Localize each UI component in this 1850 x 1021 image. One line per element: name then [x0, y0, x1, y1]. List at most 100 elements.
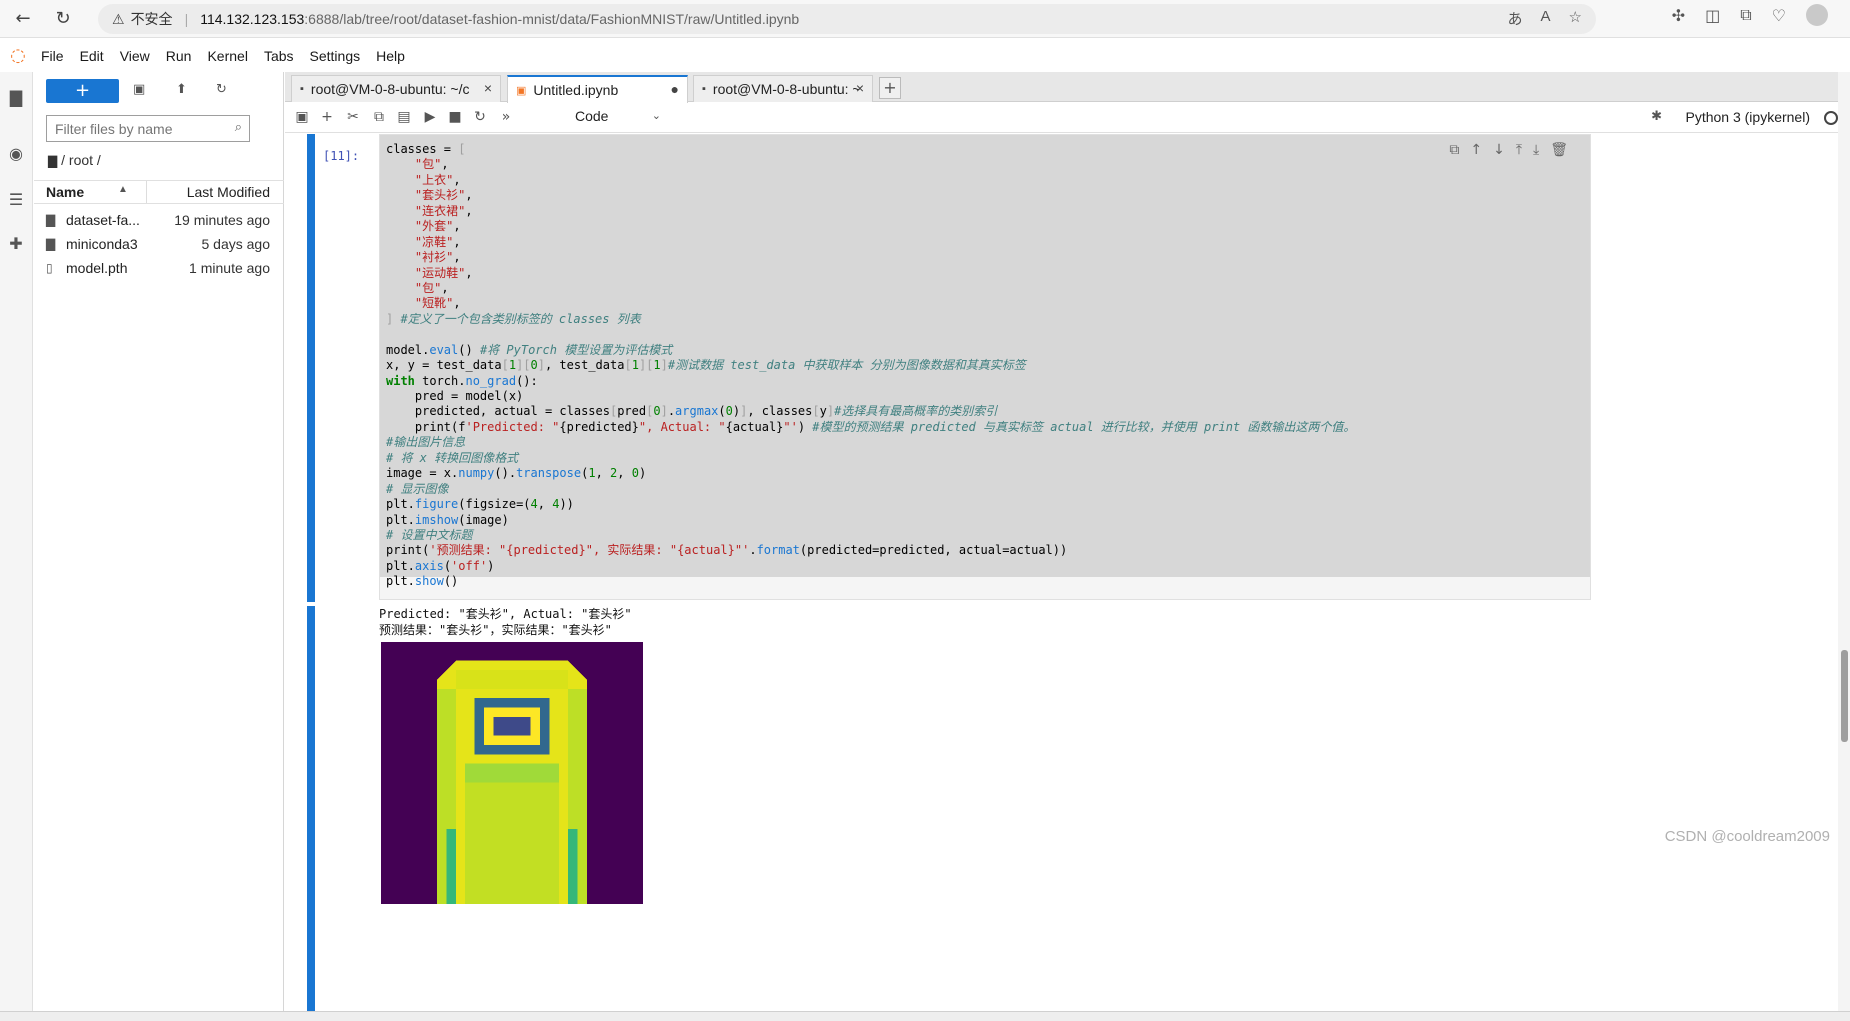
folder-icon: ▇	[46, 213, 56, 227]
cell-toolbar: ⧉ ↑ ↓ ⤒ ⤓ 🗑	[1449, 142, 1568, 158]
cell-type-select[interactable]: Code ⌄	[575, 108, 661, 128]
extension-manager-icon[interactable]: ✚	[6, 234, 26, 254]
new-launcher-button[interactable]: +	[46, 79, 119, 103]
translate-icon[interactable]: あ	[1508, 8, 1523, 29]
file-modified: 1 minute ago	[189, 260, 270, 276]
active-cell-marker	[307, 134, 315, 602]
stop-icon[interactable]: ■	[446, 109, 464, 125]
file-icon: ▯	[46, 261, 53, 275]
output-cell-marker	[307, 606, 315, 1021]
tab-untitled-notebook[interactable]: ▣ Untitled.ipynb ●	[507, 75, 688, 103]
collections-icon[interactable]: ⧉	[1740, 5, 1751, 25]
file-filter-input[interactable]	[55, 120, 215, 137]
debugger-icon[interactable]: ✱	[1651, 109, 1662, 124]
breadcrumb: ▇ / root /	[48, 152, 101, 168]
output-line: Predicted: "套头衫", Actual: "套头衫"	[379, 607, 632, 621]
menu-settings[interactable]: Settings	[310, 48, 361, 64]
terminal-icon: ▪	[300, 83, 304, 95]
file-list-header: Name ▲ Last Modified	[34, 180, 284, 204]
notebook-toolbar: ▣ + ✂ ⧉ ▤ ▶ ■ ↻ » Code ⌄ ✱ Python 3 (ipy…	[285, 103, 1850, 133]
menu-kernel[interactable]: Kernel	[207, 48, 247, 64]
read-aloud-icon[interactable]: A	[1541, 8, 1551, 29]
file-row[interactable]: ▯ model.pth 1 minute ago	[34, 258, 284, 279]
paste-icon[interactable]: ▤	[395, 109, 413, 125]
activity-bar: ▇ ◉ ☰ ✚	[0, 72, 33, 1021]
column-last-modified[interactable]: Last Modified	[187, 184, 270, 200]
profile-avatar[interactable]	[1806, 4, 1828, 26]
cut-icon[interactable]: ✂	[344, 109, 362, 125]
file-name: miniconda3	[66, 236, 138, 252]
browser-essentials-icon[interactable]: ♡	[1772, 6, 1786, 25]
jupyter-logo-icon: ◌	[10, 45, 26, 66]
copy-icon[interactable]: ⧉	[370, 109, 388, 125]
running-sessions-icon[interactable]: ◉	[6, 144, 26, 164]
table-of-contents-icon[interactable]: ☰	[6, 190, 26, 210]
output-image	[381, 642, 643, 904]
unsaved-dot-icon[interactable]: ●	[671, 81, 679, 97]
kernel-name[interactable]: Python 3 (ipykernel)	[1685, 109, 1810, 125]
tab-terminal-1[interactable]: ▪ root@VM-0-8-ubuntu: ~/c ×	[291, 75, 501, 102]
kernel-status-icon	[1824, 111, 1838, 125]
menu-help[interactable]: Help	[376, 48, 405, 64]
column-divider	[146, 181, 147, 203]
insert-above-icon[interactable]: ⤒	[1516, 142, 1522, 158]
save-icon[interactable]: ▣	[293, 109, 311, 125]
url-host: 114.132.123.153	[200, 11, 305, 27]
chevron-down-icon: ⌄	[651, 110, 661, 122]
folder-icon: ▇	[46, 237, 56, 251]
tab-terminal-2[interactable]: ▪ root@VM-0-8-ubuntu: ~ ×	[693, 75, 873, 102]
code-content[interactable]: classes = [ "包", "上衣", "套头衫", "连衣裙", "外套…	[386, 142, 1355, 590]
upload-icon[interactable]: ⬆	[176, 82, 187, 97]
menu-tabs[interactable]: Tabs	[264, 48, 294, 64]
move-down-icon[interactable]: ↓	[1493, 142, 1505, 158]
file-row[interactable]: ▇ miniconda3 5 days ago	[34, 234, 284, 255]
duplicate-cell-icon[interactable]: ⧉	[1449, 142, 1459, 158]
browser-toolbar: ← ↻ ⚠ 不安全 | 114.132.123.153 :6888/lab/tr…	[0, 0, 1850, 38]
favorite-star-icon[interactable]: ☆	[1569, 8, 1582, 29]
breadcrumb-path[interactable]: / root /	[61, 152, 101, 168]
url-divider: |	[184, 11, 189, 27]
column-name[interactable]: Name	[46, 184, 84, 200]
folder-icon[interactable]: ▇	[6, 88, 26, 108]
extensions-icon[interactable]: ✣	[1672, 6, 1685, 25]
insecure-label: 不安全	[130, 11, 173, 27]
tab-label: root@VM-0-8-ubuntu: ~	[712, 81, 861, 97]
file-browser: + ▣ ⬆ ↻ ⌕ ▇ / root / Name ▲ Last Modifie…	[34, 72, 284, 1021]
main-dock-panel: ▪ root@VM-0-8-ubuntu: ~/c × ▣ Untitled.i…	[285, 72, 1850, 1021]
run-icon[interactable]: ▶	[421, 109, 439, 125]
back-icon[interactable]: ←	[6, 2, 40, 36]
file-modified: 5 days ago	[201, 236, 271, 252]
code-editor[interactable]: classes = [ "包", "上衣", "套头衫", "连衣裙", "外套…	[379, 134, 1591, 600]
add-tab-button[interactable]: +	[879, 77, 901, 99]
menu-edit[interactable]: Edit	[80, 48, 104, 64]
close-icon[interactable]: ×	[856, 80, 864, 96]
cell-type-value: Code	[575, 108, 609, 124]
menu-run[interactable]: Run	[166, 48, 192, 64]
tab-label: root@VM-0-8-ubuntu: ~/c	[310, 81, 470, 97]
file-filter: ⌕	[46, 115, 250, 142]
run-all-icon[interactable]: »	[497, 109, 515, 125]
close-icon[interactable]: ×	[484, 80, 492, 96]
file-row[interactable]: ▇ dataset-fa... 19 minutes ago	[34, 210, 284, 231]
refresh-icon[interactable]: ↻	[216, 82, 227, 97]
menu-file[interactable]: File	[41, 48, 64, 64]
reload-icon[interactable]: ↻	[46, 2, 80, 36]
scrollbar-thumb[interactable]	[1841, 650, 1848, 742]
browser-actions: ✣ ◫ ⧉ ♡	[1672, 4, 1850, 26]
folder-icon[interactable]: ▇	[48, 154, 57, 168]
insert-below-icon[interactable]: ⤓	[1533, 142, 1539, 158]
search-icon: ⌕	[234, 120, 242, 135]
insert-cell-icon[interactable]: +	[318, 109, 336, 125]
move-up-icon[interactable]: ↑	[1470, 142, 1482, 158]
notebook-icon: ▣	[516, 84, 527, 97]
vertical-scrollbar[interactable]	[1838, 72, 1850, 1021]
cell-prompt: [11]:	[323, 149, 360, 163]
sort-arrow-icon[interactable]: ▲	[118, 184, 128, 195]
tab-bar: ▪ root@VM-0-8-ubuntu: ~/c × ▣ Untitled.i…	[285, 72, 1850, 103]
delete-cell-icon[interactable]: 🗑	[1550, 142, 1568, 158]
menu-view[interactable]: View	[120, 48, 150, 64]
new-folder-icon[interactable]: ▣	[133, 82, 145, 97]
address-bar[interactable]: ⚠ 不安全 | 114.132.123.153 :6888/lab/tree/r…	[98, 4, 1596, 34]
split-screen-icon[interactable]: ◫	[1705, 6, 1720, 25]
restart-icon[interactable]: ↻	[471, 109, 489, 125]
